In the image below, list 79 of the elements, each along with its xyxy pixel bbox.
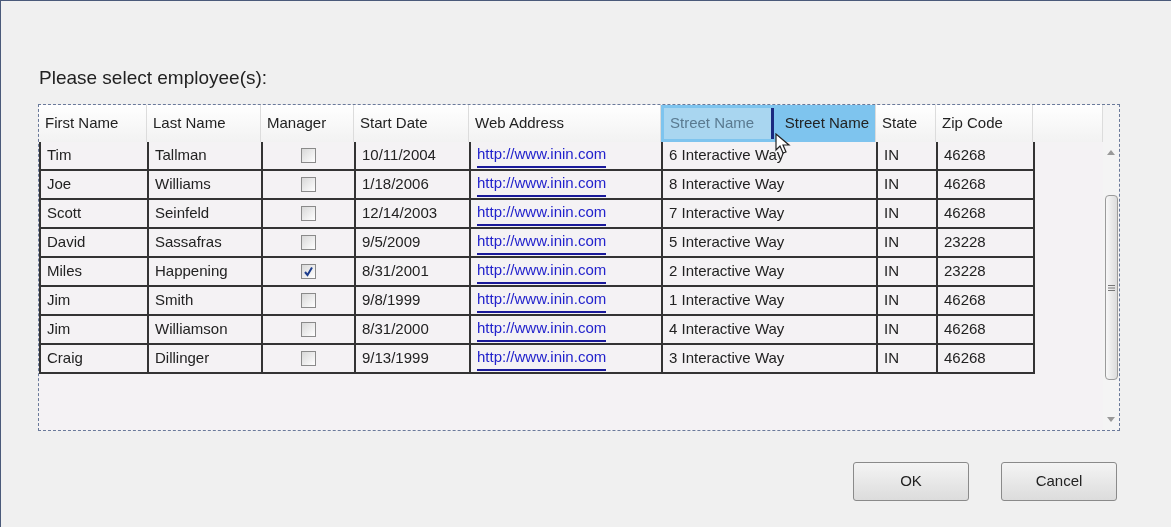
- table-cell-text: IN: [884, 290, 899, 311]
- table-cell-text: 9/13/1999: [362, 348, 429, 369]
- table-cell-text: IN: [884, 348, 899, 369]
- checkmark-icon: [303, 266, 314, 277]
- table-cell-text: Craig: [47, 348, 83, 369]
- checkbox[interactable]: [301, 235, 316, 250]
- table-cell-text: Tim: [47, 145, 72, 166]
- table-cell-text: Jim: [47, 290, 71, 311]
- table-cell-text: Jim: [47, 319, 71, 340]
- table-cell-text: 7 Interactive Way: [669, 203, 785, 224]
- table-cell-text: 1/18/2006: [362, 174, 429, 195]
- scrollbar-thumb[interactable]: [1104, 195, 1118, 380]
- scroll-up-icon[interactable]: [1107, 150, 1115, 155]
- web-link[interactable]: http://www.inin.com: [477, 230, 607, 255]
- web-link[interactable]: http://www.inin.com: [477, 172, 607, 197]
- prompt-label: Please select employee(s):: [39, 66, 268, 90]
- table-cell-text: Miles: [47, 261, 82, 282]
- table-cell-text: 8/31/2001: [362, 261, 429, 282]
- checkbox[interactable]: [301, 351, 316, 366]
- dialog-button[interactable]: OK: [853, 462, 969, 501]
- web-link[interactable]: http://www.inin.com: [477, 143, 607, 168]
- table-cell-text: 12/14/2003: [362, 203, 438, 224]
- column-header[interactable]: Manager: [261, 105, 354, 142]
- table-cell-text: 46268: [944, 174, 986, 195]
- table-cell-text: 8/31/2000: [362, 319, 429, 340]
- column-header[interactable]: Start Date: [354, 105, 469, 142]
- table-cell-text: 4 Interactive Way: [669, 319, 785, 340]
- table-cell-text: 9/5/2009: [362, 232, 421, 253]
- dialog-button[interactable]: Cancel: [1001, 462, 1117, 501]
- table-cell-text: IN: [884, 261, 899, 282]
- table-cell-text: 2 Interactive Way: [669, 261, 785, 282]
- column-header[interactable]: Zip Code: [936, 105, 1033, 142]
- column-header[interactable]: State: [876, 105, 936, 142]
- table-cell-text: IN: [884, 145, 899, 166]
- table-cell-text: Williams: [155, 174, 211, 195]
- column-header[interactable]: First Name: [39, 105, 147, 142]
- grip-icon: [1107, 284, 1115, 291]
- table-cell-text: 46268: [944, 145, 986, 166]
- table-cell-text: 9/8/1999: [362, 290, 421, 311]
- table-cell-text: 23228: [944, 261, 986, 282]
- column-header[interactable]: Last Name: [147, 105, 261, 142]
- table-cell-text: David: [47, 232, 86, 253]
- table-cell-text: 46268: [944, 290, 986, 311]
- table-cell-text: Smith: [155, 290, 194, 311]
- drag-ghost-header: Street Name: [664, 108, 774, 139]
- table-cell-text: 5 Interactive Way: [669, 232, 785, 253]
- table-cell-text: 3 Interactive Way: [669, 348, 785, 369]
- table-cell-text: Tallman: [155, 145, 207, 166]
- table-cell-text: Dillinger: [155, 348, 210, 369]
- web-link[interactable]: http://www.inin.com: [477, 201, 607, 226]
- checkbox[interactable]: [301, 177, 316, 192]
- table-cell-text: 46268: [944, 319, 986, 340]
- table-cell-text: IN: [884, 319, 899, 340]
- table-cell-text: IN: [884, 174, 899, 195]
- table-cell-text: IN: [884, 232, 899, 253]
- table-cell-text: 1 Interactive Way: [669, 290, 785, 311]
- checkbox[interactable]: [301, 322, 316, 337]
- table-cell-text: 8 Interactive Way: [669, 174, 785, 195]
- checkbox[interactable]: [301, 148, 316, 163]
- table-cell-text: Seinfeld: [155, 203, 210, 224]
- table-cell-text: Sassafras: [155, 232, 222, 253]
- table-cell-text: 23228: [944, 232, 986, 253]
- table-cell-text: Joe: [47, 174, 72, 195]
- table-cell-text: IN: [884, 203, 899, 224]
- web-link[interactable]: http://www.inin.com: [477, 288, 607, 313]
- scroll-down-icon[interactable]: [1107, 417, 1115, 422]
- table-cell-text: Scott: [47, 203, 82, 224]
- table-cell-text: 46268: [944, 203, 986, 224]
- web-link[interactable]: http://www.inin.com: [477, 346, 607, 371]
- table-cell-text: Williamson: [155, 319, 228, 340]
- table-cell-text: 6 Interactive Way: [669, 145, 785, 166]
- table-cell-text: Happening: [155, 261, 228, 282]
- web-link[interactable]: http://www.inin.com: [477, 317, 607, 342]
- table-cell-text: 10/11/2004: [362, 145, 436, 166]
- checkbox[interactable]: [301, 206, 316, 221]
- web-link[interactable]: http://www.inin.com: [477, 259, 607, 284]
- checkbox[interactable]: [301, 293, 316, 308]
- checkbox[interactable]: [301, 264, 316, 279]
- table-cell-text: 46268: [944, 348, 986, 369]
